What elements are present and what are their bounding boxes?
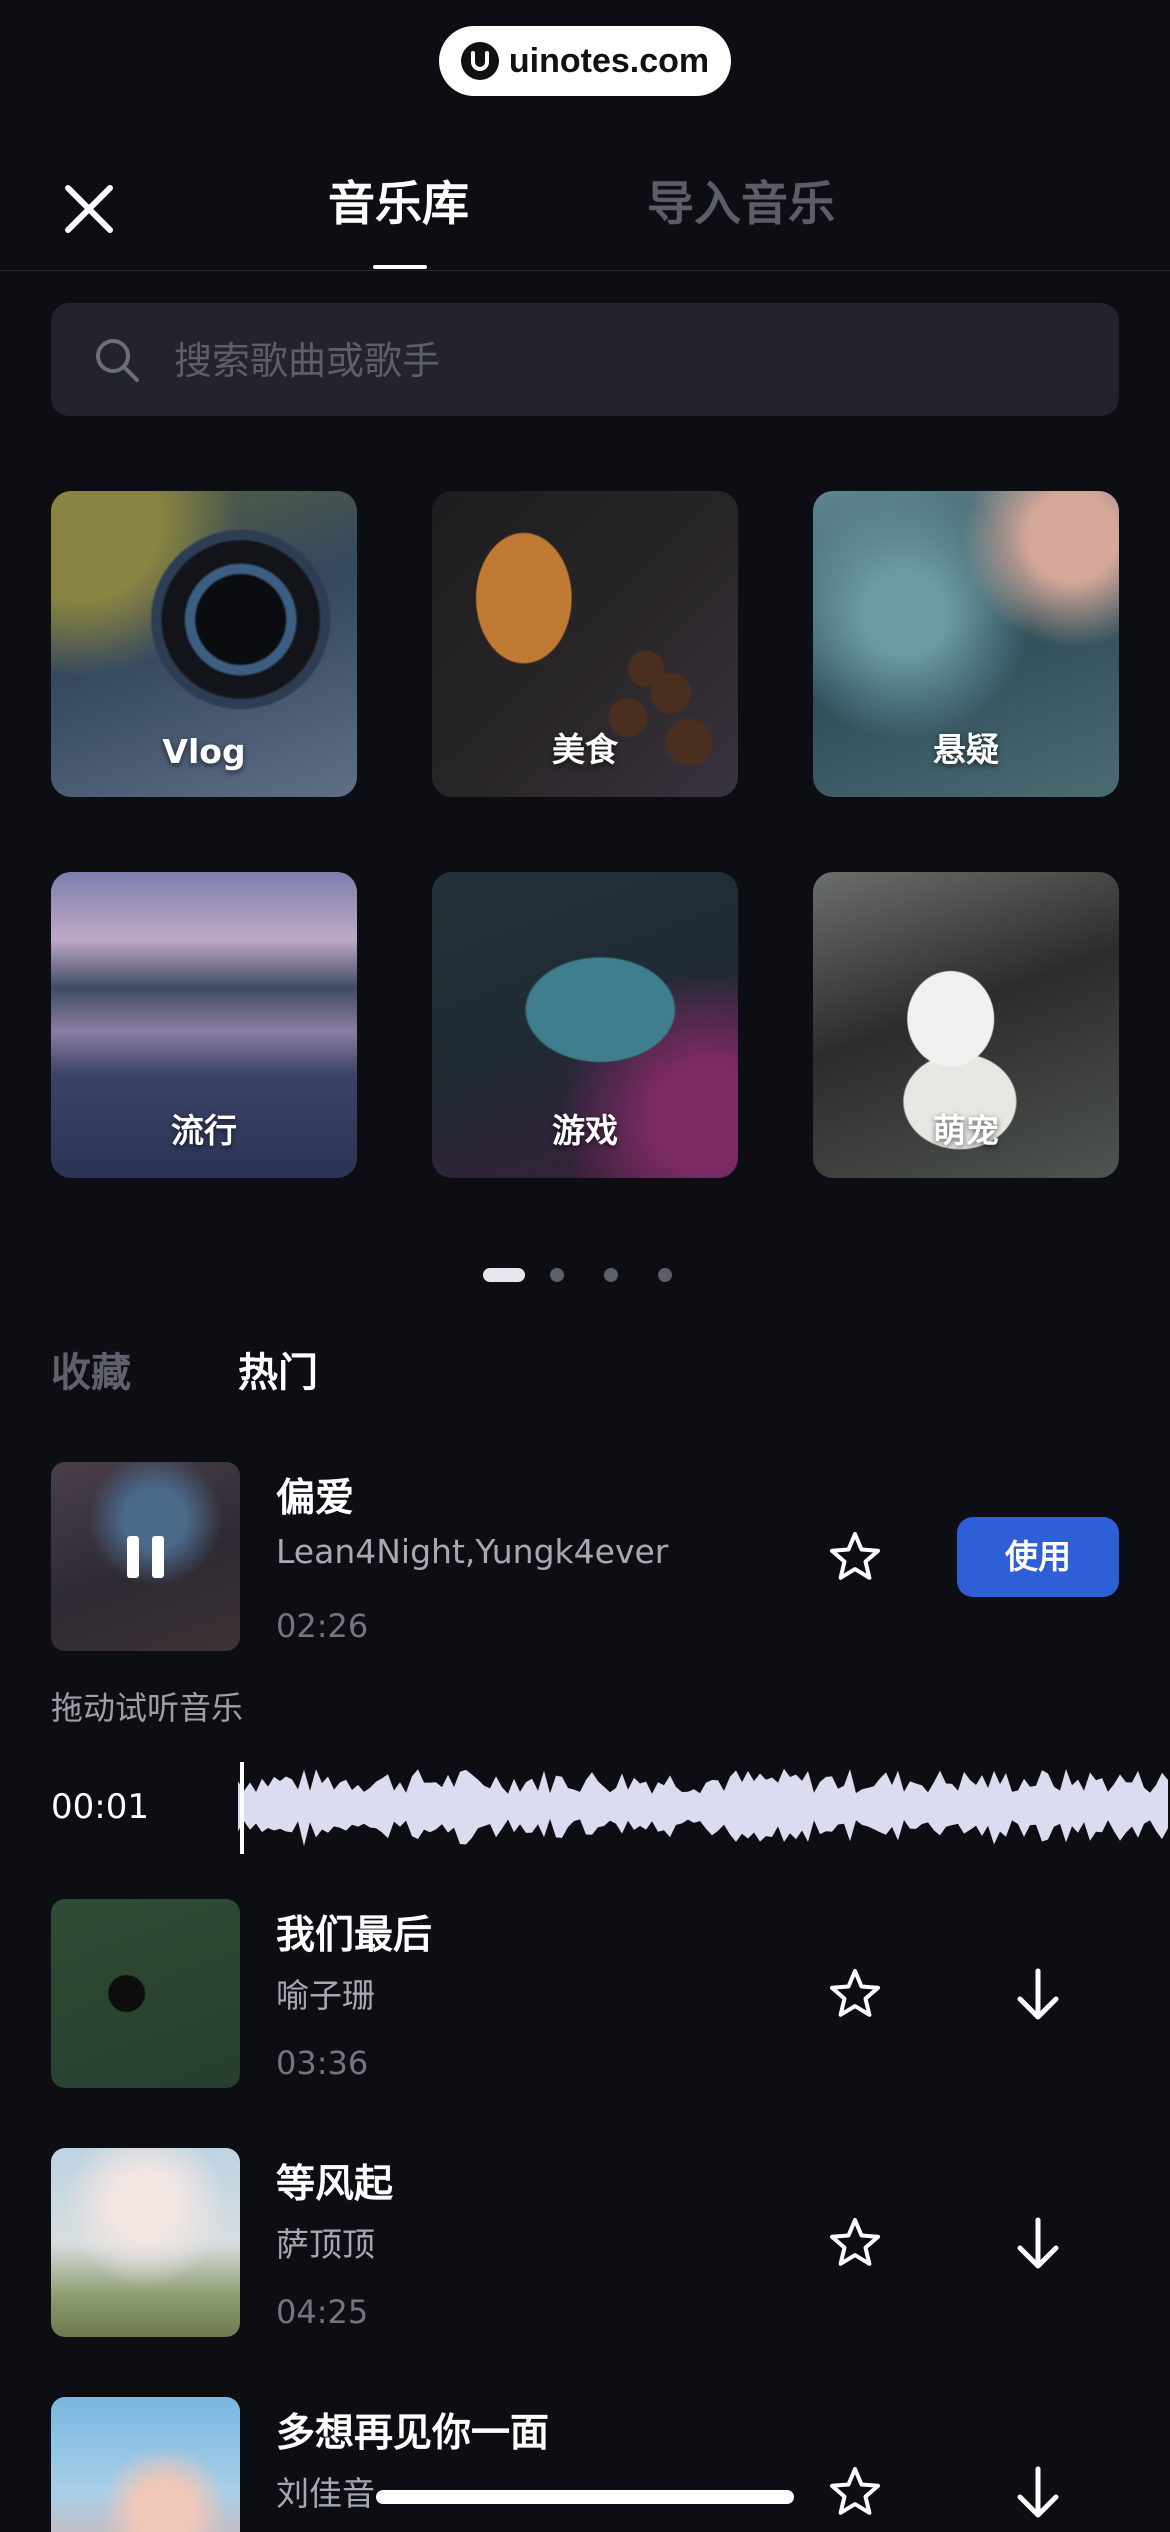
category-tile-pop[interactable]: 流行: [51, 872, 357, 1178]
category-tile-food[interactable]: 美食: [432, 491, 738, 797]
song-cover[interactable]: [51, 2397, 240, 2532]
download-arrow-icon[interactable]: [1012, 1966, 1064, 2024]
song-cover[interactable]: [51, 1462, 240, 1651]
music-library-screen: uinotes.com 音乐库 导入音乐 Vlog 美食 悬疑 流行 游戏 萌宠: [0, 0, 1170, 2532]
tab-favorites[interactable]: 收藏: [51, 1345, 131, 1401]
tab-music-library[interactable]: 音乐库: [328, 175, 469, 235]
search-input[interactable]: [172, 303, 1076, 418]
page-dot-4[interactable]: [658, 1268, 672, 1282]
current-time: 00:01: [51, 1787, 149, 1827]
playhead[interactable]: [240, 1762, 244, 1854]
waveform-scrubber[interactable]: [238, 1760, 1170, 1856]
category-tile-game[interactable]: 游戏: [432, 872, 738, 1178]
song-duration: 03:36: [276, 2044, 369, 2082]
category-label: 萌宠: [933, 1111, 999, 1150]
watermark-badge: uinotes.com: [439, 26, 731, 96]
page-dot-2[interactable]: [550, 1268, 564, 1282]
favorite-star-icon[interactable]: [826, 1966, 884, 2024]
close-button[interactable]: [58, 178, 120, 240]
download-arrow-icon[interactable]: [1012, 2464, 1064, 2522]
category-label: 悬疑: [933, 730, 999, 769]
song-cover[interactable]: [51, 1899, 240, 2088]
tab-hot[interactable]: 热门: [238, 1345, 318, 1401]
category-label: 美食: [552, 730, 618, 769]
song-duration: 04:25: [276, 2293, 369, 2331]
category-label: Vlog: [162, 732, 246, 771]
favorite-star-icon[interactable]: [826, 1529, 884, 1587]
uinotes-logo-icon: [460, 42, 499, 80]
download-arrow-icon[interactable]: [1012, 2215, 1064, 2273]
use-button[interactable]: 使用: [957, 1517, 1119, 1597]
song-artist: 喻子珊: [276, 1976, 375, 2015]
active-tab-indicator: [373, 265, 427, 269]
category-tile-pet[interactable]: 萌宠: [813, 872, 1119, 1178]
song-title: 我们最后: [276, 1913, 433, 1958]
category-tile-mystery[interactable]: 悬疑: [813, 491, 1119, 797]
drag-preview-hint: 拖动试听音乐: [51, 1689, 244, 1727]
song-title: 偏爱: [276, 1476, 355, 1521]
watermark-text: uinotes.com: [508, 41, 710, 80]
song-title: 等风起: [276, 2162, 394, 2207]
page-dot-3[interactable]: [604, 1268, 618, 1282]
song-artist: Lean4Night,Yungk4ever: [276, 1532, 669, 1571]
category-label: 流行: [171, 1111, 237, 1150]
category-label: 游戏: [552, 1111, 618, 1150]
favorite-star-icon[interactable]: [826, 2464, 884, 2522]
search-bar[interactable]: [51, 303, 1119, 418]
page-dot-1[interactable]: [483, 1268, 525, 1282]
pause-icon[interactable]: [51, 1462, 240, 1651]
song-artist: 刘佳音: [276, 2474, 375, 2513]
tab-import-music[interactable]: 导入音乐: [647, 175, 835, 235]
close-icon: [65, 185, 113, 233]
home-indicator: [376, 2490, 794, 2504]
favorite-star-icon[interactable]: [826, 2215, 884, 2273]
category-tile-vlog[interactable]: Vlog: [51, 491, 357, 797]
search-icon: [96, 339, 139, 382]
header-divider: [0, 270, 1170, 271]
song-duration: 02:26: [276, 1607, 369, 1645]
song-cover[interactable]: [51, 2148, 240, 2337]
song-artist: 萨顶顶: [276, 2225, 375, 2264]
song-title: 多想再见你一面: [276, 2411, 550, 2456]
